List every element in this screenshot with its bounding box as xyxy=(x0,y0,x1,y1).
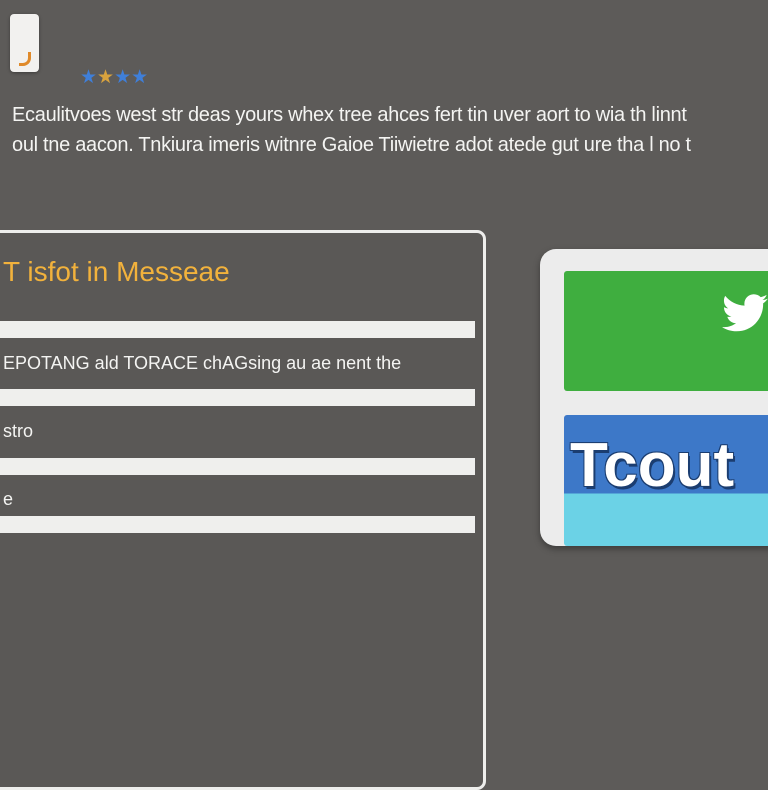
panel-divider xyxy=(0,458,475,475)
twitter-card[interactable]: Tcout xyxy=(540,249,768,546)
star-icon: ★ xyxy=(114,66,132,88)
message-row[interactable]: EPOTANG ald TORACE chAGsing au ae nent t… xyxy=(0,338,475,388)
intro-line: oul tne aacon. Tnkiura imeris witnre Gai… xyxy=(12,134,691,156)
intro-text: Ecaulitvoes west str deas yours whex tre… xyxy=(12,100,768,160)
rating-stars: ★ ★ ★ ★ xyxy=(80,64,148,90)
message-row[interactable]: stro xyxy=(0,406,475,456)
intro-line: Ecaulitvoes west str deas yours whex tre… xyxy=(12,104,687,126)
document-icon-mark xyxy=(19,52,31,66)
twitter-bird-icon xyxy=(722,294,768,332)
star-icon: ★ xyxy=(131,66,149,88)
twitter-card-label: Tcout xyxy=(570,431,735,500)
panel-divider xyxy=(0,516,475,533)
panel-divider xyxy=(0,389,475,406)
panel-divider xyxy=(0,321,475,338)
star-icon: ★ xyxy=(80,66,98,88)
message-panel: T isfot in Messeae EPOTANG ald TORACE ch… xyxy=(0,230,486,790)
star-icon: ★ xyxy=(97,66,115,88)
document-icon[interactable] xyxy=(10,14,39,72)
panel-title: T isfot in Messeae xyxy=(3,256,230,287)
